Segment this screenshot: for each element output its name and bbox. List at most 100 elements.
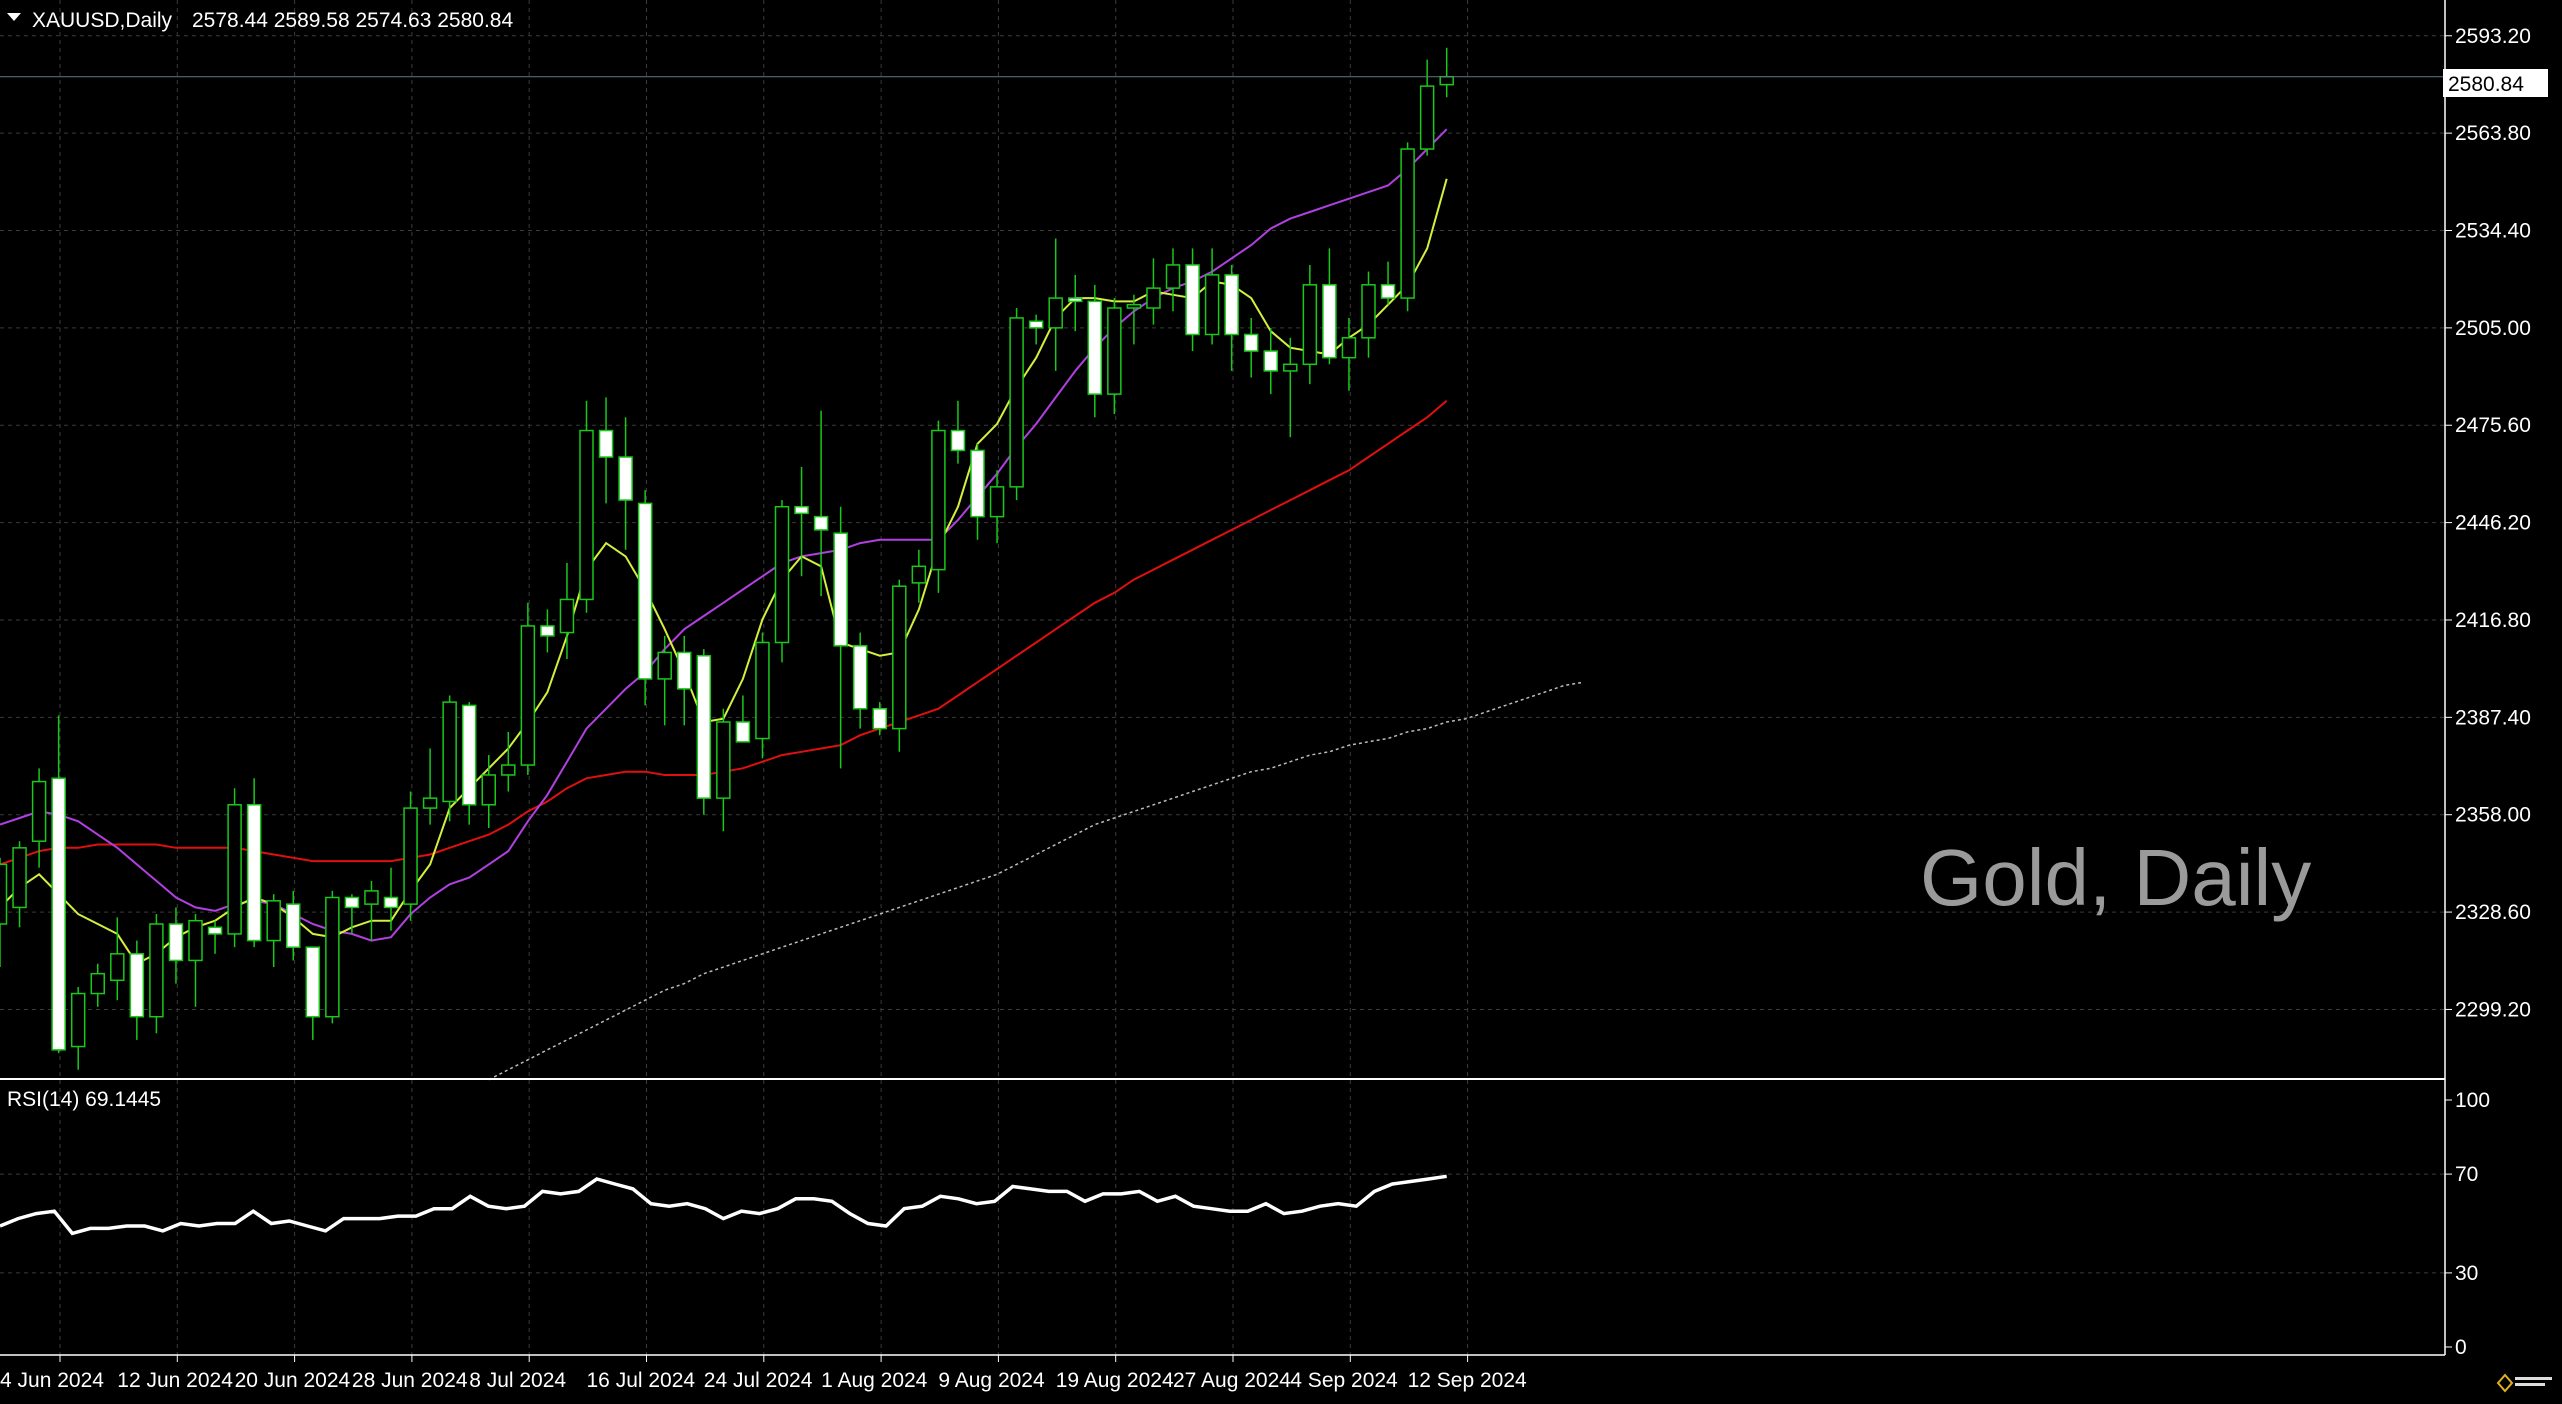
y-tick-label: 2328.60	[2455, 901, 2531, 924]
candle-body-bull	[481, 774, 496, 806]
candle	[1009, 308, 1024, 501]
x-tick-label: 1 Aug 2024	[821, 1369, 928, 1392]
candle	[892, 579, 907, 752]
candle-body-bull	[989, 486, 1005, 518]
candle-body-bull	[1419, 85, 1435, 150]
candle-body-bull	[188, 919, 203, 962]
x-tick-label: 19 Aug 2024	[1056, 1369, 1174, 1392]
candle-body-bear	[246, 804, 262, 942]
candle-body-bear	[1028, 320, 1044, 329]
y-tick-label: 2593.20	[2455, 25, 2531, 48]
x-tick-label: 24 Jul 2024	[704, 1369, 813, 1392]
candle-body-bull	[579, 429, 594, 601]
candlestick-chart[interactable]: 100 70 30 0 2299.20 2328.60 2358.00 2387.40 241…	[0, 0, 2562, 1399]
candle-body-bear	[461, 704, 477, 806]
candle-body-bull	[422, 797, 438, 809]
candle-body-bear	[813, 515, 829, 531]
watermark: Gold, Daily	[1920, 833, 2311, 922]
y-tick-label: 2416.80	[2455, 609, 2531, 632]
candle-body-bear	[1243, 333, 1259, 352]
candle-body-bull	[1146, 287, 1161, 309]
x-tick-label: 12 Jun 2024	[117, 1369, 233, 1392]
candle-body-bull	[1204, 274, 1220, 336]
candle-body-bear	[950, 429, 966, 452]
x-tick-label: 16 Jul 2024	[587, 1369, 696, 1392]
candle-body-bull	[1439, 75, 1454, 86]
candle-body-bear	[168, 923, 184, 962]
candle-body-bull	[442, 701, 457, 803]
candle	[227, 788, 242, 948]
price-label: 2580.84	[2448, 73, 2524, 96]
candle-body-bear	[383, 896, 399, 909]
y-tick-label: 2534.40	[2455, 220, 2531, 243]
y-tick-label: 2387.40	[2455, 706, 2531, 729]
candle-body-bull	[149, 923, 164, 1018]
candle-body-bear	[540, 625, 555, 637]
candle-body-bull	[70, 992, 86, 1048]
x-tick-label: 28 Jun 2024	[352, 1369, 468, 1392]
candle	[774, 500, 790, 663]
candle-body-bull	[1126, 303, 1142, 309]
rsi-header: RSI(14) 69.1445	[7, 1088, 161, 1111]
candle	[579, 400, 594, 613]
y-tick-label: 2505.00	[2455, 317, 2531, 340]
logo-icon	[2496, 1373, 2552, 1393]
candle-body-bull	[892, 585, 907, 730]
candle-body-bear	[852, 645, 868, 710]
candle-body-bull	[227, 804, 242, 935]
candle-body-bull	[774, 505, 790, 644]
candle	[403, 791, 418, 921]
candle-body-bear	[677, 651, 692, 690]
candle-body-bear	[735, 721, 751, 743]
rsi-tick-label: 70	[2455, 1163, 2478, 1186]
candle-body-bear	[872, 707, 887, 730]
candle-body-bear	[129, 953, 145, 1018]
y-tick-label: 2358.00	[2455, 804, 2531, 827]
candle-body-bull	[1107, 307, 1122, 395]
candle-body-bear	[618, 456, 633, 501]
candle-body-bull	[1400, 148, 1415, 299]
y-tick-label: 2299.20	[2455, 998, 2531, 1021]
candle-body-bear	[1224, 274, 1239, 336]
candle-body-bear	[1087, 300, 1103, 395]
rsi-tick-label: 30	[2455, 1262, 2478, 1285]
header-ohlc: 2578.44 2589.58 2574.63 2580.84	[192, 9, 513, 32]
candle-body-bull	[0, 863, 8, 925]
x-tick-label: 4 Jun 2024	[0, 1369, 104, 1392]
candle	[325, 890, 340, 1024]
candle-body-bear	[1185, 264, 1200, 336]
chart-container[interactable]: 100 70 30 0 2299.20 2328.60 2358.00 2387.40 241…	[0, 0, 2562, 1399]
candle	[149, 914, 164, 1034]
broker-logo	[2496, 1371, 2554, 1393]
candle-body-bull	[266, 900, 281, 942]
candle-body-bull	[1361, 284, 1376, 339]
y-tick-label: 2446.20	[2455, 512, 2531, 535]
candle-body-bull	[716, 721, 731, 799]
header-symbol: XAUUSD,Daily	[32, 9, 173, 32]
candle	[1400, 142, 1415, 312]
x-tick-label: 9 Aug 2024	[938, 1369, 1045, 1392]
candle-body-bear	[305, 946, 321, 1018]
candle-body-bear	[637, 502, 653, 680]
x-tick-label: 12 Sep 2024	[1408, 1369, 1527, 1392]
candle-body-bear	[286, 903, 301, 948]
x-tick-label: 20 Jun 2024	[235, 1369, 351, 1392]
candle-body-bull	[364, 890, 379, 905]
candle-body-bull	[501, 764, 516, 776]
candle-body-bull	[1048, 297, 1063, 329]
candle-body-bull	[403, 807, 418, 905]
candle-body-bull	[110, 953, 125, 982]
candle	[931, 420, 946, 593]
candle-body-bull	[559, 598, 575, 634]
y-tick-label: 2563.80	[2455, 122, 2531, 145]
candle-body-bull	[657, 651, 672, 680]
candle-body-bear	[1263, 350, 1278, 372]
candle-body-bear	[207, 926, 223, 935]
x-tick-label: 8 Jul 2024	[469, 1369, 566, 1392]
candle-body-bear	[51, 777, 66, 1051]
candle-body-bear	[833, 532, 848, 647]
candle	[520, 602, 536, 775]
candle-body-bear	[1322, 284, 1337, 359]
y-tick-label: 2475.60	[2455, 414, 2531, 437]
candle-body-bull	[31, 780, 47, 842]
